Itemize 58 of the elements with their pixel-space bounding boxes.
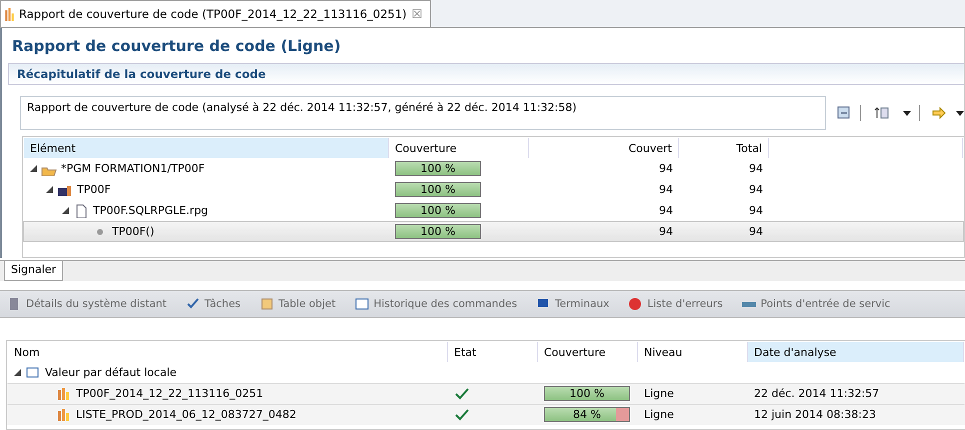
caret-icon[interactable]: [903, 110, 911, 116]
caret-icon[interactable]: [956, 110, 964, 116]
view-tab[interactable]: Liste d'erreurs: [627, 297, 723, 311]
table-cell: 94: [659, 183, 673, 196]
report-title: Rapport de couverture de code (Ligne): [11, 36, 342, 57]
table-cell: 22 déc. 2014 11:32:57: [754, 387, 880, 400]
close-icon[interactable]: ☒: [412, 7, 422, 21]
table-cell: Ligne: [644, 387, 674, 400]
table-cell: 94: [749, 225, 763, 238]
expand-icon[interactable]: [14, 369, 21, 376]
coverage-value: 100 %: [420, 162, 456, 175]
table-cell: Ligne: [644, 408, 674, 421]
editor-tab[interactable]: Rapport de couverture de code (TP00F_2014_12_22_113116_0251) ☒: [0, 0, 432, 27]
table-cell: 12 juin 2014 08:38:23: [754, 408, 876, 421]
coverage-value: 100 %: [420, 204, 456, 217]
coverage-value: 100 %: [420, 183, 456, 196]
table-cell: 94: [749, 183, 763, 196]
monitor-icon: [25, 366, 41, 380]
table-cell: 94: [749, 162, 763, 175]
table-cell: 94: [659, 162, 673, 175]
collapse-icon: [836, 106, 852, 120]
expand-icon[interactable]: [30, 165, 37, 172]
view-tab[interactable]: Tâches: [184, 297, 241, 311]
signaler-tab[interactable]: Signaler: [4, 261, 64, 281]
column-header[interactable]: Elément: [24, 138, 389, 158]
view-tab[interactable]: Table objet: [258, 297, 336, 311]
report-name: LISTE_PROD_2014_06_12_083727_0482: [76, 408, 296, 421]
group-name: Valeur par défaut locale: [45, 366, 177, 379]
view-tab[interactable]: Détails du système distant: [6, 297, 167, 311]
chart-icon: [56, 408, 72, 422]
summary-field: Rapport de couverture de code (analysé à 22 déc. 2014 11:32:57, généré à 22 déc. 2014 11:32:58): [20, 96, 826, 130]
element-name: TP00F: [77, 183, 111, 196]
element-name: *PGM FORMATION1/TP00F: [61, 162, 205, 175]
check-icon: [454, 408, 470, 422]
window-icon: [354, 297, 370, 311]
report-name: TP00F_2014_12_22_113116_0251: [76, 387, 264, 400]
table-cell: 94: [749, 204, 763, 217]
element-name: TP00F(): [112, 225, 154, 238]
coverage-value: 100 %: [420, 225, 456, 238]
column-header[interactable]: Date d'analyse: [748, 342, 964, 362]
check-icon: [454, 386, 470, 400]
view-tab[interactable]: Points d'entrée de servic: [740, 297, 890, 311]
view-tab[interactable]: Terminaux: [535, 297, 610, 311]
coverage-value: 84 %: [572, 408, 602, 421]
view-tab[interactable]: Historique des commandes: [354, 297, 518, 311]
error-icon: [627, 297, 644, 311]
coverage-value: 100 %: [568, 387, 606, 400]
table-cell: 94: [659, 225, 673, 238]
table-icon: [258, 297, 275, 311]
expand-icon[interactable]: [62, 207, 69, 214]
element-name: TP00F.SQLRPGLE.rpg: [93, 204, 208, 217]
section-title: Récapitulatif de la couverture de code: [8, 63, 964, 85]
tab-title: Rapport de couverture de code (TP00F_2014_12_22_113116_0251): [19, 7, 407, 21]
chart-icon: [56, 386, 72, 400]
checklist-icon: [184, 297, 201, 311]
expand-icon[interactable]: [46, 186, 53, 193]
table-cell: 94: [659, 204, 673, 217]
chart-icon: [5, 8, 14, 20]
